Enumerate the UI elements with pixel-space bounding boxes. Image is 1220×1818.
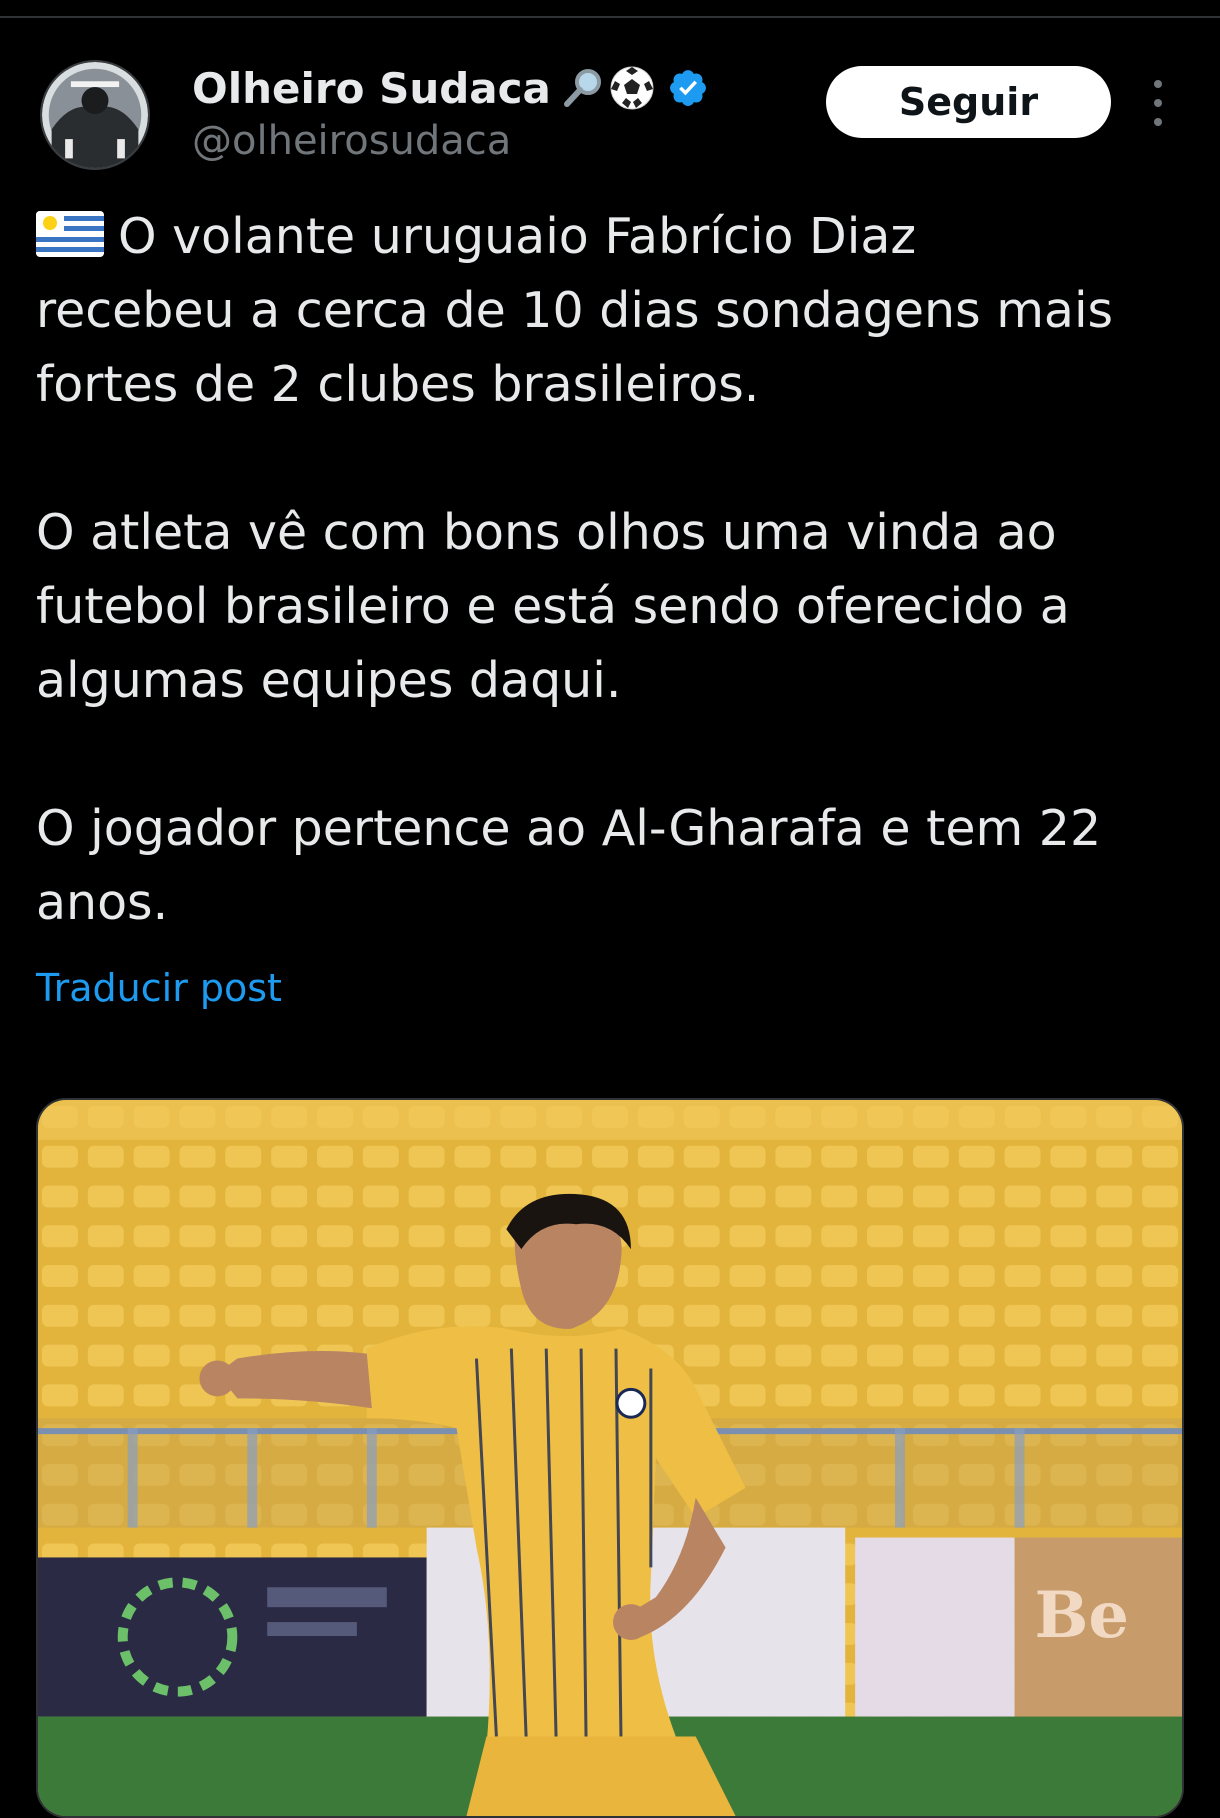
author-handle[interactable]: @olheirosudaca — [192, 118, 511, 164]
uruguay-flag-icon — [36, 211, 104, 257]
more-dot — [1154, 99, 1162, 107]
avatar-image — [42, 62, 148, 168]
tweet-media-image[interactable]: Be — [36, 1098, 1184, 1818]
avatar[interactable] — [40, 60, 150, 170]
soccer-ball-icon — [610, 66, 654, 110]
follow-button[interactable]: Seguir — [826, 66, 1111, 138]
magnifying-glass-icon — [563, 69, 601, 107]
tweet-paragraph-3: O jogador pertence ao Al-Gharafa e tem 2… — [36, 800, 1102, 931]
more-options-icon[interactable] — [1146, 80, 1170, 126]
tweet-paragraph-1-text: O volante uruguaio Fabrício Diaz recebeu… — [36, 208, 1114, 413]
author-name-row[interactable]: Olheiro Sudaca — [192, 58, 709, 118]
tweet-paragraph-1: O volante uruguaio Fabrício Diaz recebeu… — [36, 200, 1186, 422]
banner-text: Be — [1035, 1578, 1129, 1653]
more-dot — [1154, 118, 1162, 126]
more-dot — [1154, 80, 1162, 88]
translate-post-link[interactable]: Traducir post — [36, 966, 282, 1010]
tweet-paragraph-2: O atleta vê com bons olhos uma vinda ao … — [36, 504, 1070, 709]
author-display-name[interactable]: Olheiro Sudaca — [192, 64, 551, 113]
name-emojis — [561, 65, 655, 111]
player-photo: Be — [38, 1100, 1182, 1816]
verified-badge-icon — [669, 70, 706, 106]
top-divider — [0, 16, 1220, 18]
tweet-text: O volante uruguaio Fabrício Diaz recebeu… — [36, 200, 1186, 1014]
